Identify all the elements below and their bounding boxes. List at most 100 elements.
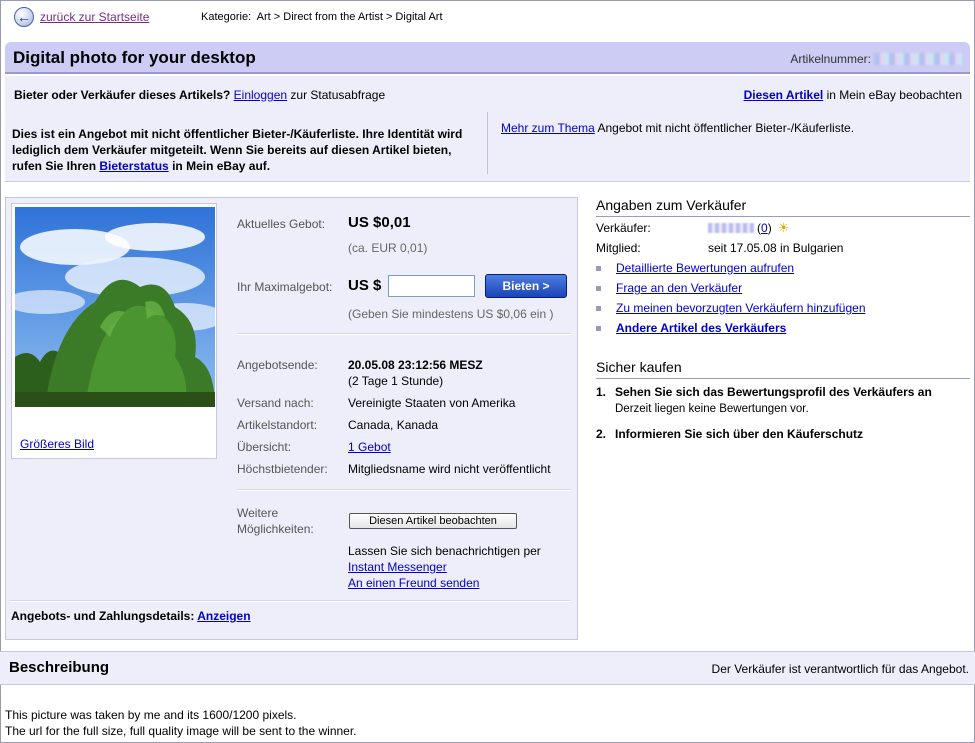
watch-suffix: in Mein eBay beobachten bbox=[826, 88, 962, 102]
top-nav: ← zurück zur Startseite bbox=[14, 6, 149, 28]
item-title-bar: Digital photo for your desktop Artikelnu… bbox=[5, 42, 970, 74]
high-bidder-value: Mitgliedsname wird nicht veröffentlicht bbox=[348, 462, 551, 476]
time-remaining: (2 Tage 1 Stunde) bbox=[348, 374, 444, 388]
more-info: Mehr zum Thema Angebot mit nicht öffentl… bbox=[501, 121, 854, 135]
notify-text: Lassen Sie sich benachrichtigen per bbox=[348, 544, 541, 558]
safe-buying-title: Sicher kaufen bbox=[596, 359, 970, 379]
currency-label: US $ bbox=[348, 277, 382, 294]
more-options-label-2: Möglichkeiten: bbox=[237, 522, 314, 536]
description-body: This picture was taken by me and its 160… bbox=[5, 707, 357, 739]
tree-photo-image bbox=[15, 207, 215, 407]
more-options-label-1: Weitere bbox=[237, 506, 279, 520]
notification-options: Lassen Sie sich benachrichtigen per Inst… bbox=[348, 543, 541, 591]
prompt-text: Bieter oder Verkäufer dieses Artikels? bbox=[14, 88, 231, 102]
bigger-image-link[interactable]: Größeres Bild bbox=[20, 437, 94, 451]
info-divider bbox=[487, 112, 488, 174]
more-topic-text: Angebot mit nicht öffentlicher Bieter-/K… bbox=[597, 121, 855, 135]
current-bid-value: US $0,01 bbox=[348, 214, 411, 231]
bidder-seller-prompt: Bieter oder Verkäufer dieses Artikels? E… bbox=[14, 88, 385, 102]
min-bid-hint: (Geben Sie mindestens US $0,06 ein ) bbox=[348, 307, 554, 321]
shipping-value: Vereinigte Staaten von Amerika bbox=[348, 396, 516, 410]
login-suffix: zur Statusabfrage bbox=[290, 88, 386, 102]
item-number-redacted bbox=[874, 53, 962, 65]
member-label: Mitglied: bbox=[596, 241, 641, 255]
location-value: Canada, Kanada bbox=[348, 418, 439, 432]
member-value: seit 17.05.08 in Bulgarien bbox=[708, 241, 844, 255]
bullet-icon bbox=[596, 326, 601, 331]
safe-buying-steps: 1. Sehen Sie sich das Bewertungsprofil d… bbox=[596, 385, 970, 441]
instant-messenger-link[interactable]: Instant Messenger bbox=[348, 559, 541, 575]
photo-box: Größeres Bild bbox=[11, 203, 217, 459]
status-info-box: Bieter oder Verkäufer dieses Artikels? E… bbox=[5, 76, 970, 182]
high-bidder-label: Höchstbietender: bbox=[237, 462, 328, 476]
bidder-status-link[interactable]: Bieterstatus bbox=[99, 159, 168, 173]
item-number: Artikelnummer: bbox=[790, 52, 962, 66]
bid-panel: Größeres Bild Aktuelles Gebot: US $0,01 … bbox=[5, 197, 578, 640]
feedback-profile-step: Sehen Sie sich das Bewertungsprofil des … bbox=[615, 385, 932, 399]
seller-label: Verkäufer: bbox=[596, 221, 651, 235]
description-header: Beschreibung Der Verkäufer ist verantwor… bbox=[0, 651, 975, 685]
watch-item-button[interactable]: Diesen Artikel beobachten bbox=[349, 513, 517, 529]
notice-suffix: in Mein eBay auf. bbox=[172, 159, 271, 173]
item-number-label: Artikelnummer: bbox=[790, 52, 871, 66]
end-time-label: Angebotsende: bbox=[237, 358, 318, 372]
payment-details-link[interactable]: Anzeigen bbox=[197, 609, 250, 623]
no-feedback-note: Derzeit liegen keine Bewertungen vor. bbox=[615, 403, 809, 415]
page-title: Digital photo for your desktop bbox=[13, 48, 256, 67]
seller-value: (0) ☀ bbox=[708, 221, 792, 235]
back-arrow-icon[interactable]: ← bbox=[14, 7, 34, 27]
breadcrumb: Kategorie: Art > Direct from the Artist … bbox=[201, 11, 443, 23]
bid-history-link[interactable]: 1 Gebot bbox=[348, 440, 391, 454]
place-bid-button[interactable]: Bieten > bbox=[485, 274, 567, 298]
current-bid-label: Aktuelles Gebot: bbox=[237, 217, 326, 231]
list-item: 2. Informieren Sie sich über den Käufers… bbox=[596, 427, 970, 441]
divider bbox=[237, 489, 571, 491]
divider bbox=[9, 600, 571, 602]
add-favorite-seller-link[interactable]: Zu meinen bevorzugten Verkäufern hinzufü… bbox=[616, 301, 866, 315]
step-number: 2. bbox=[596, 427, 607, 441]
feedback-close-paren: ) bbox=[767, 221, 772, 235]
seller-username-redacted[interactable] bbox=[708, 223, 754, 233]
list-item: 1. Sehen Sie sich das Bewertungsprofil d… bbox=[596, 385, 970, 415]
watch-item-link[interactable]: Diesen Artikel bbox=[744, 88, 824, 102]
detailed-ratings-link[interactable]: Detaillierte Bewertungen aufrufen bbox=[616, 261, 794, 275]
watch-in-my-ebay: Diesen Artikel in Mein eBay beobachten bbox=[744, 88, 962, 102]
current-bid-eur: (ca. EUR 0,01) bbox=[348, 241, 428, 255]
list-item: Detaillierte Bewertungen aufrufen bbox=[596, 257, 970, 277]
list-item: Andere Artikel des Verkäufers bbox=[596, 317, 970, 337]
send-to-friend-link[interactable]: An einen Freund senden bbox=[348, 575, 541, 591]
seller-links: Detaillierte Bewertungen aufrufen Frage … bbox=[596, 257, 970, 337]
list-item: Frage an den Verkäufer bbox=[596, 277, 970, 297]
description-line: The url for the full size, full quality … bbox=[5, 724, 357, 738]
end-time-value: 20.05.08 23:12:56 MESZ bbox=[348, 358, 483, 372]
item-photo[interactable] bbox=[15, 207, 215, 407]
feedback-score-link[interactable]: 0 bbox=[761, 221, 768, 235]
description-line: This picture was taken by me and its 160… bbox=[5, 708, 297, 722]
shipping-label: Versand nach: bbox=[237, 396, 314, 410]
step-number: 1. bbox=[596, 385, 607, 399]
location-label: Artikelstandort: bbox=[237, 418, 318, 432]
divider bbox=[237, 333, 571, 335]
seller-responsibility-note: Der Verkäufer ist verantwortlich für das… bbox=[711, 662, 969, 676]
new-member-sunglasses-icon[interactable]: ☀ bbox=[778, 221, 792, 235]
ask-seller-link[interactable]: Frage an den Verkäufer bbox=[616, 281, 742, 295]
other-items-link[interactable]: Andere Artikel des Verkäufers bbox=[616, 321, 786, 335]
max-bid-label: Ihr Maximalgebot: bbox=[237, 280, 333, 294]
private-listing-notice: Dies ist ein Angebot mit nicht öffentlic… bbox=[12, 126, 472, 174]
list-item: Zu meinen bevorzugten Verkäufern hinzufü… bbox=[596, 297, 970, 317]
more-topic-link[interactable]: Mehr zum Thema bbox=[501, 121, 595, 135]
bullet-icon bbox=[596, 306, 601, 311]
max-bid-input[interactable] bbox=[388, 275, 475, 297]
bullet-icon bbox=[596, 266, 601, 271]
seller-info-panel: Angaben zum Verkäufer Verkäufer: (0) ☀ M… bbox=[596, 197, 970, 337]
login-link[interactable]: Einloggen bbox=[234, 88, 287, 102]
seller-row: Verkäufer: (0) ☀ bbox=[596, 217, 970, 237]
bullet-icon bbox=[596, 286, 601, 291]
back-to-home-link[interactable]: zurück zur Startseite bbox=[40, 10, 149, 24]
seller-info-title: Angaben zum Verkäufer bbox=[596, 197, 970, 217]
payment-details: Angebots- und Zahlungsdetails: Anzeigen bbox=[11, 609, 251, 623]
category-path: Art > Direct from the Artist > Digital A… bbox=[256, 11, 443, 23]
safe-buying-panel: Sicher kaufen 1. Sehen Sie sich das Bewe… bbox=[596, 359, 970, 453]
payment-details-label: Angebots- und Zahlungsdetails: bbox=[11, 609, 195, 623]
description-title: Beschreibung bbox=[9, 659, 110, 676]
